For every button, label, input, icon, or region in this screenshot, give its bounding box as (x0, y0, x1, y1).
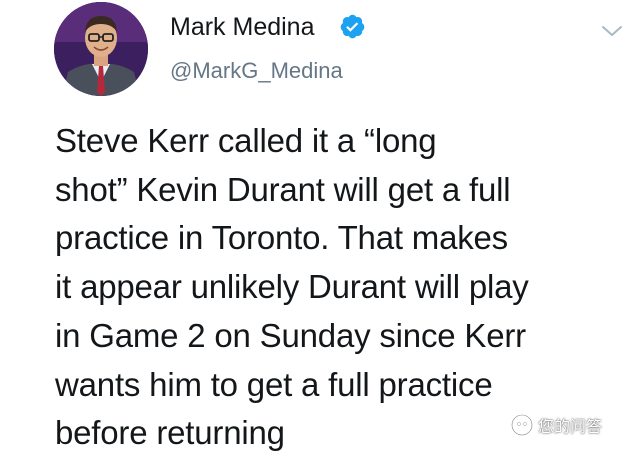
tweet-text-line: wants him to get a full practice (55, 365, 493, 403)
avatar[interactable] (54, 2, 148, 96)
watermark: 您的问答 (510, 412, 602, 438)
watermark-logo-icon (511, 414, 533, 436)
tweet-text: Steve Kerr called it a “long shot” Kevin… (55, 117, 640, 458)
tweet-text-line: in Game 2 on Sunday since Kerr (55, 316, 526, 354)
author-display-name[interactable]: Mark Medina (170, 10, 315, 44)
verified-badge-icon (340, 14, 365, 39)
tweet-text-line: practice in Toronto. That makes (55, 219, 508, 257)
avatar-image (54, 2, 148, 96)
chevron-down-icon[interactable] (600, 22, 624, 40)
tweet-text-line: shot” Kevin Durant will get a full (55, 170, 511, 208)
tweet-text-line: it appear unlikely Durant will play (55, 268, 529, 306)
tweet-text-line: Steve Kerr called it a “long (55, 122, 437, 159)
watermark-text: 您的问答 (538, 419, 603, 436)
author-handle[interactable]: @MarkG_Medina (170, 56, 343, 86)
